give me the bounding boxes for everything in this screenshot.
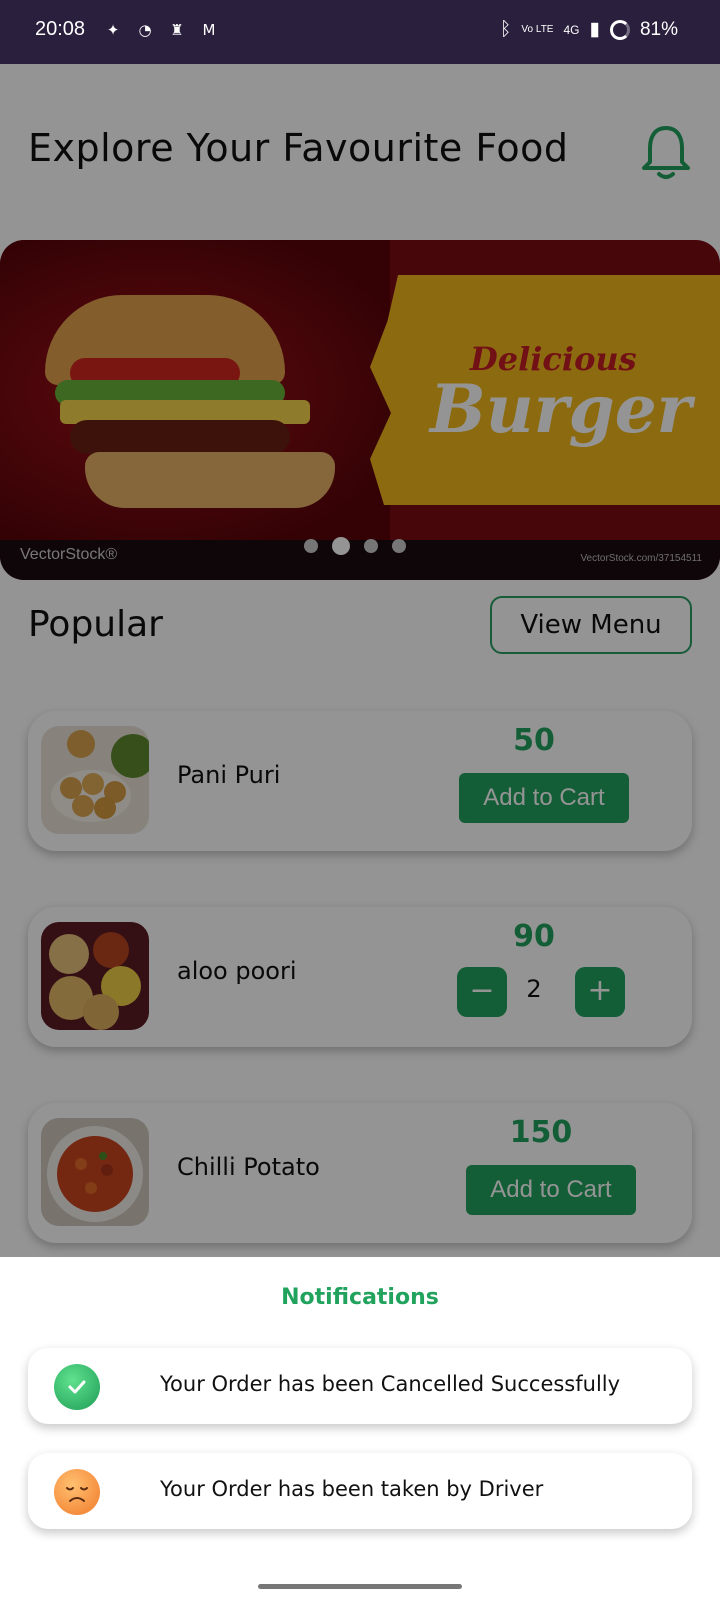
status-time: 20:08 <box>35 18 86 40</box>
volte-icon: Vo LTE <box>521 23 554 35</box>
battery-icon <box>609 19 630 40</box>
notifications-sheet: Notifications Your Order has been Cancel… <box>0 1257 720 1600</box>
sheet-title: Notifications <box>281 1285 439 1310</box>
torch-icon: ✦ <box>106 21 120 39</box>
main-content: Explore Your Favourite Food Delicious Bu… <box>0 64 720 1257</box>
notification-text: Your Order has been Cancelled Successful… <box>160 1372 621 1396</box>
bluetooth-icon: ᛒ <box>500 18 512 40</box>
notification-item[interactable]: Your Order has been Cancelled Successful… <box>28 1348 692 1424</box>
signal-icon: ▮ <box>589 19 600 40</box>
status-bar: 20:08 ✦ ◔ ♜ M ᛒ Vo LTE 4G ▮ 81% <box>0 0 720 64</box>
system-indicators: ᛒ Vo LTE 4G ▮ 81% <box>500 18 678 41</box>
notification-text: Your Order has been taken by Driver <box>160 1477 544 1501</box>
chef-ready-icon: ♜ <box>170 21 184 39</box>
notification-item[interactable]: Your Order has been taken by Driver <box>28 1453 692 1529</box>
pacman-icon: ◔ <box>138 21 152 39</box>
check-icon <box>54 1364 100 1410</box>
scrim-overlay[interactable] <box>0 64 720 1257</box>
notification-icons: ✦ ◔ ♜ M <box>103 20 219 40</box>
home-indicator[interactable] <box>258 1584 462 1589</box>
battery-level: 81% <box>639 18 678 40</box>
gmail-icon: M <box>202 21 216 39</box>
sad-face-icon <box>54 1469 100 1515</box>
network-type: 4G <box>563 22 580 37</box>
